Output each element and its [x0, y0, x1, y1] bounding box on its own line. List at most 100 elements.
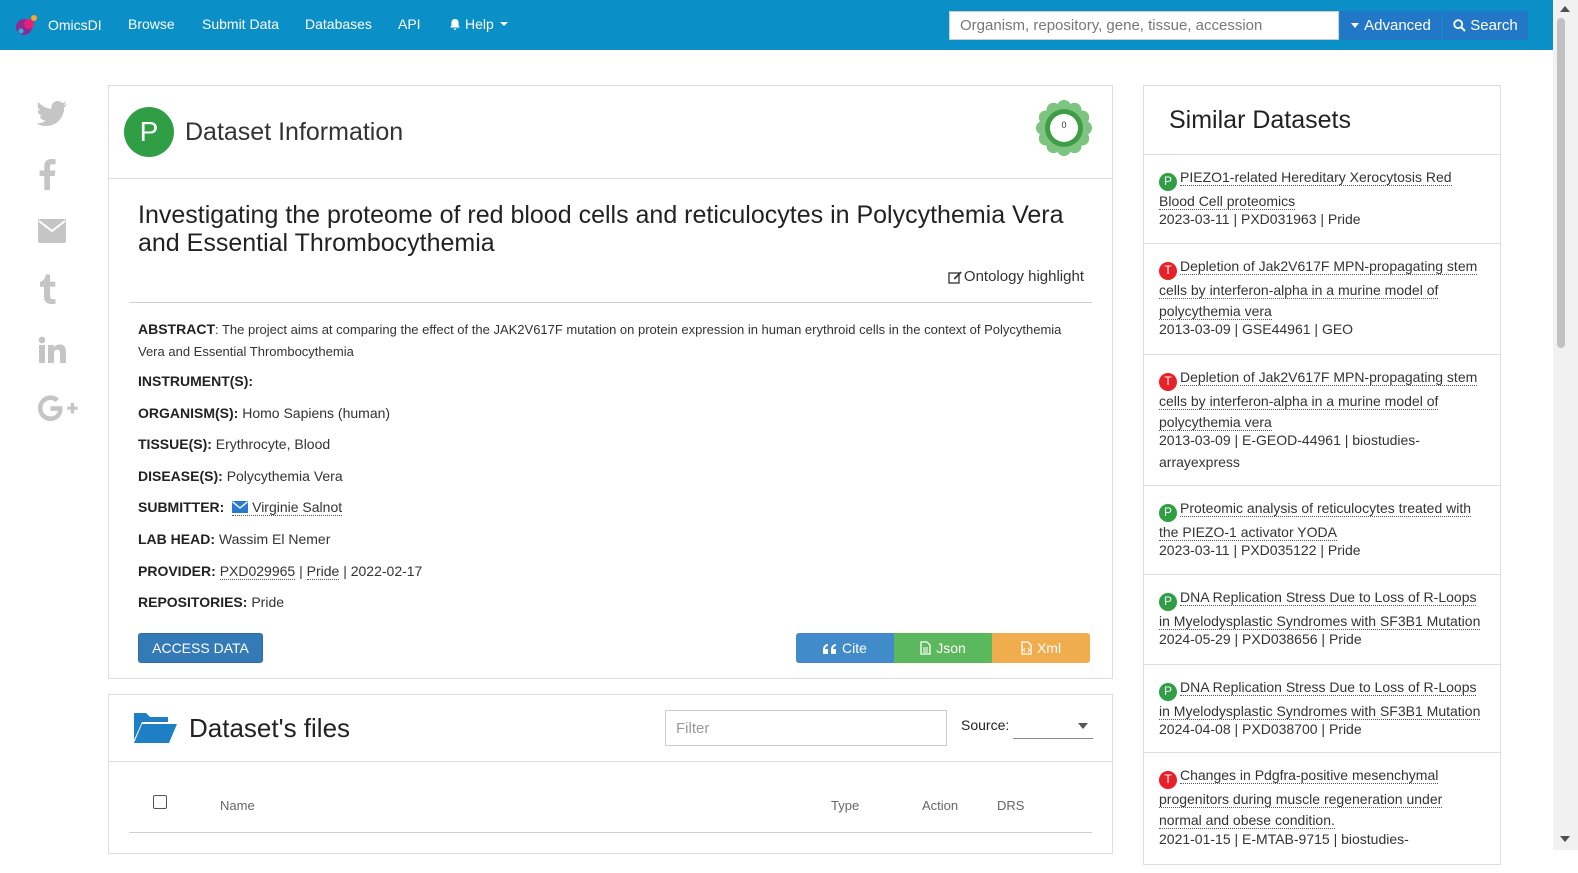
similar-dataset-meta: 2024-04-08 | PXD038700 | Pride [1159, 721, 1362, 737]
tumblr-icon [40, 274, 56, 304]
provider-repository-link[interactable]: Pride [306, 563, 340, 580]
organism-label: ORGANISM(S): [138, 405, 239, 421]
ontology-highlight-toggle[interactable]: Ontology highlight [948, 268, 1084, 285]
similar-dataset-title: Depletion of Jak2V617F MPN-propagating s… [1159, 258, 1478, 321]
search-input[interactable] [949, 11, 1339, 40]
disease-value: Polycythemia Vera [226, 468, 343, 484]
pride-badge: P [124, 107, 174, 157]
nav-submit-data[interactable]: Submit Data [202, 16, 279, 32]
pride-badge: P [1159, 172, 1177, 191]
similar-dataset-link[interactable]: P PIEZO1-related Hereditary Xerocytosis R… [1159, 167, 1484, 212]
tissue-label: TISSUE(S): [138, 436, 212, 452]
folder-open-icon [134, 713, 177, 743]
submitter-name: Virginie Salnot [252, 499, 343, 515]
table-divider [129, 832, 1092, 833]
google-plus-icon [38, 395, 78, 421]
omicsdi-logo-icon [14, 12, 40, 38]
scroll-up-arrow-icon[interactable] [1560, 6, 1570, 12]
column-header-action: Action [922, 798, 959, 813]
column-header-drs: DRS [997, 798, 1025, 813]
search-icon [1453, 19, 1466, 32]
tissue-value: Erythrocyte, Blood [215, 436, 331, 452]
edit-icon [948, 271, 962, 284]
share-twitter[interactable] [36, 100, 68, 133]
column-header-type[interactable]: Type [831, 798, 859, 813]
similar-dataset-item[interactable]: T Depletion of Jak2V617F MPN-propagating … [1144, 243, 1500, 355]
share-linkedin[interactable] [38, 336, 66, 369]
caret-down-icon [499, 22, 508, 26]
similar-dataset-title: Changes in Pdgfra-positive mesenchymal p… [1159, 767, 1443, 830]
repositories-value: Pride [251, 594, 285, 610]
dataset-files-title: Dataset's files [189, 713, 351, 743]
provider-date: | 2022-02-17 [339, 563, 423, 579]
similar-dataset-title: Proteomic analysis of reticulocytes trea… [1159, 500, 1472, 541]
instrument-label: INSTRUMENT(S): [138, 373, 254, 389]
organism-value: Homo Sapiens (human) [242, 405, 391, 421]
similar-dataset-item[interactable]: P PIEZO1-related Hereditary Xerocytosis R… [1144, 154, 1500, 244]
bell-icon [450, 18, 460, 30]
divider [129, 302, 1092, 303]
file-filter-input[interactable] [665, 710, 947, 746]
nav-browse[interactable]: Browse [128, 16, 175, 32]
access-data-button[interactable]: ACCESS DATA [138, 633, 263, 663]
similar-datasets-title: Similar Datasets [1169, 106, 1351, 134]
similar-dataset-link[interactable]: T Changes in Pdgfra-positive mesenchymal … [1159, 765, 1484, 832]
similar-dataset-link[interactable]: P DNA Replication Stress Due to Loss of R… [1159, 587, 1484, 632]
dataset-files-panel: Dataset's files Source: Name Type Action… [108, 694, 1113, 854]
select-all-checkbox[interactable] [153, 795, 167, 809]
submitter-row: SUBMITTER: Virginie Salnot [138, 496, 343, 518]
labhead-row: LAB HEAD: Wassim El Nemer [138, 528, 330, 550]
similar-dataset-item[interactable]: P DNA Replication Stress Due to Loss of R… [1144, 664, 1500, 753]
similar-datasets-panel: Similar Datasets P PIEZO1-related Heredit… [1143, 85, 1501, 865]
search-button[interactable]: Search [1443, 11, 1528, 40]
labhead-label: LAB HEAD: [138, 531, 215, 547]
advanced-search-button[interactable]: Advanced [1340, 11, 1442, 40]
nav-databases[interactable]: Databases [305, 16, 372, 32]
brand-name: OmicsDI [48, 17, 102, 33]
nav-help-label: Help [465, 16, 494, 32]
provider-accession-link[interactable]: PXD029965 [219, 563, 296, 580]
xml-label: Xml [1036, 640, 1062, 656]
file-code-icon [1021, 641, 1032, 655]
brand[interactable]: OmicsDI [14, 10, 102, 40]
column-header-name[interactable]: Name [220, 798, 255, 813]
pride-badge: P [1159, 503, 1177, 522]
dataset-title: Investigating the proteome of red blood … [138, 201, 1064, 257]
similar-dataset-link[interactable]: P DNA Replication Stress Due to Loss of R… [1159, 677, 1484, 722]
nav-help[interactable]: Help [449, 16, 508, 32]
similar-dataset-item[interactable]: P Proteomic analysis of reticulocytes tre… [1144, 485, 1500, 575]
organism-row: ORGANISM(S): Homo Sapiens (human) [138, 402, 390, 424]
linkedin-icon [38, 336, 66, 363]
scroll-down-arrow-icon[interactable] [1560, 836, 1570, 842]
similar-dataset-item[interactable]: T Changes in Pdgfra-positive mesenchymal … [1144, 752, 1500, 873]
similar-dataset-title: DNA Replication Stress Due to Loss of R-… [1159, 679, 1481, 720]
share-email[interactable] [38, 219, 66, 248]
similar-dataset-meta: 2023-03-11 | PXD035122 | Pride [1159, 542, 1361, 558]
similar-dataset-item[interactable]: P DNA Replication Stress Due to Loss of R… [1144, 574, 1500, 665]
cite-button[interactable]: Cite [796, 633, 894, 663]
omics-score-flower-icon[interactable]: 0 [1035, 99, 1093, 157]
facebook-icon [39, 159, 56, 190]
share-tumblr[interactable] [39, 272, 57, 309]
export-button-group: Cite Json Xml [796, 633, 1090, 663]
submitter-email-link[interactable]: Virginie Salnot [232, 499, 343, 516]
similar-dataset-link[interactable]: P Proteomic analysis of reticulocytes tre… [1159, 498, 1484, 543]
similar-dataset-link[interactable]: T Depletion of Jak2V617F MPN-propagating … [1159, 256, 1484, 323]
json-button[interactable]: Json [894, 633, 992, 663]
similar-dataset-link[interactable]: T Depletion of Jak2V617F MPN-propagating … [1159, 367, 1484, 434]
similar-dataset-title: DNA Replication Stress Due to Loss of R-… [1159, 589, 1481, 630]
disease-row: DISEASE(S): Polycythemia Vera [138, 465, 343, 487]
scroll-thumb[interactable] [1557, 18, 1565, 348]
advanced-label: Advanced [1364, 17, 1431, 34]
source-select[interactable] [1013, 715, 1093, 739]
share-facebook[interactable] [38, 158, 56, 195]
page-scrollbar[interactable] [1553, 0, 1578, 850]
dataset-information-header: P Dataset Information 0 [109, 86, 1112, 179]
xml-button[interactable]: Xml [992, 633, 1090, 663]
similar-dataset-item[interactable]: T Depletion of Jak2V617F MPN-propagating … [1144, 354, 1500, 486]
share-google-plus[interactable] [38, 394, 78, 429]
nav-api[interactable]: API [398, 16, 421, 32]
tissue-row: TISSUE(S): Erythrocyte, Blood [138, 433, 330, 455]
repositories-row: REPOSITORIES: Pride [138, 591, 284, 613]
similar-dataset-meta: 2013-03-09 | E-GEOD-44961 | biostudies-a… [1159, 432, 1420, 470]
